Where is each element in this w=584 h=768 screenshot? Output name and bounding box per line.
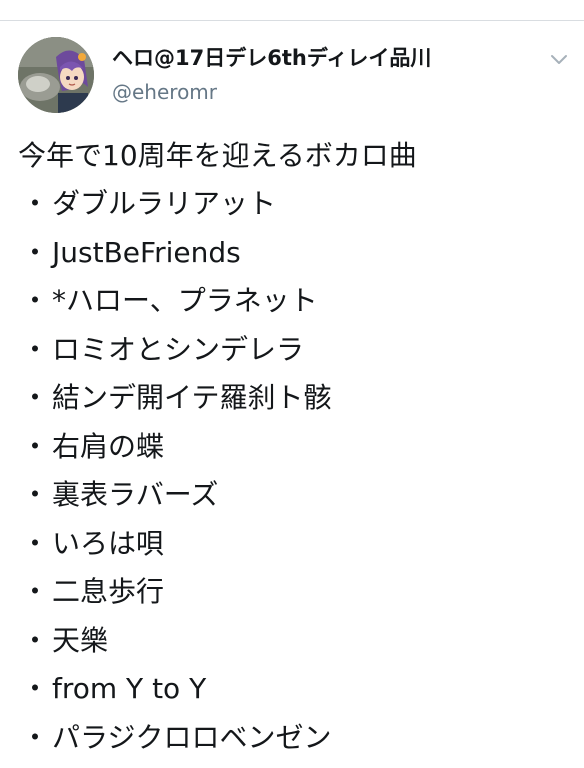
song-list-item: ・*ハロー、プラネット [18, 283, 578, 332]
song-title: from Y to Y [52, 671, 206, 707]
song-list-item: ・ダブルラリアット [18, 186, 578, 235]
bullet: ・ [18, 283, 52, 319]
chevron-down-icon[interactable] [546, 49, 572, 69]
user-handle[interactable]: @eheromr [112, 80, 217, 104]
display-name[interactable]: ヘロ@17日デレ6thディレイ品川 [112, 45, 431, 71]
song-list-item: ・右肩の蝶 [18, 429, 578, 478]
song-title: *ハロー、プラネット [52, 283, 318, 319]
song-title: 結ンデ開イテ羅刹ト骸 [52, 380, 331, 416]
avatar[interactable] [18, 37, 94, 113]
bullet: ・ [18, 720, 52, 756]
top-divider [0, 0, 584, 21]
bullet: ・ [18, 429, 52, 465]
song-title: パラジクロロベンゼン [52, 720, 331, 756]
bullet: ・ [18, 574, 52, 610]
bullet: ・ [18, 186, 52, 222]
song-list-item: ・ロミオとシンデレラ [18, 332, 578, 381]
song-list-item: ・いろは唄 [18, 526, 578, 575]
avatar-image [18, 37, 94, 113]
song-list-item: ・二息歩行 [18, 574, 578, 623]
song-title: いろは唄 [52, 526, 164, 562]
bullet: ・ [18, 332, 52, 368]
bullet: ・ [18, 526, 52, 562]
song-list-item: ・天樂 [18, 623, 578, 672]
tweet-intro: 今年で10周年を迎えるボカロ曲 [18, 138, 578, 174]
bullet: ・ [18, 671, 52, 707]
song-list: ・ダブルラリアット・JustBeFriends・*ハロー、プラネット・ロミオとシ… [18, 186, 578, 768]
song-title: ロミオとシンデレラ [52, 332, 304, 368]
song-title: 裏表ラバーズ [52, 477, 218, 513]
song-list-item: ・JustBeFriends [18, 235, 578, 284]
song-title: 右肩の蝶 [52, 429, 164, 465]
bullet: ・ [18, 235, 52, 271]
tweet-card[interactable]: ヘロ@17日デレ6thディレイ品川 @eheromr 今年で10周年を迎えるボカ… [0, 21, 584, 718]
bullet: ・ [18, 623, 52, 659]
song-list-item: ・パラジクロロベンゼン [18, 720, 578, 768]
song-title: 二息歩行 [52, 574, 164, 610]
song-title: JustBeFriends [52, 235, 241, 271]
song-list-item: ・from Y to Y [18, 671, 578, 720]
song-title: 天樂 [52, 623, 108, 659]
bullet: ・ [18, 380, 52, 416]
song-list-item: ・裏表ラバーズ [18, 477, 578, 526]
tweet-text: 今年で10周年を迎えるボカロ曲 ・ダブルラリアット・JustBeFriends・… [18, 138, 578, 768]
bullet: ・ [18, 477, 52, 513]
song-list-item: ・結ンデ開イテ羅刹ト骸 [18, 380, 578, 429]
song-title: ダブルラリアット [52, 186, 276, 222]
